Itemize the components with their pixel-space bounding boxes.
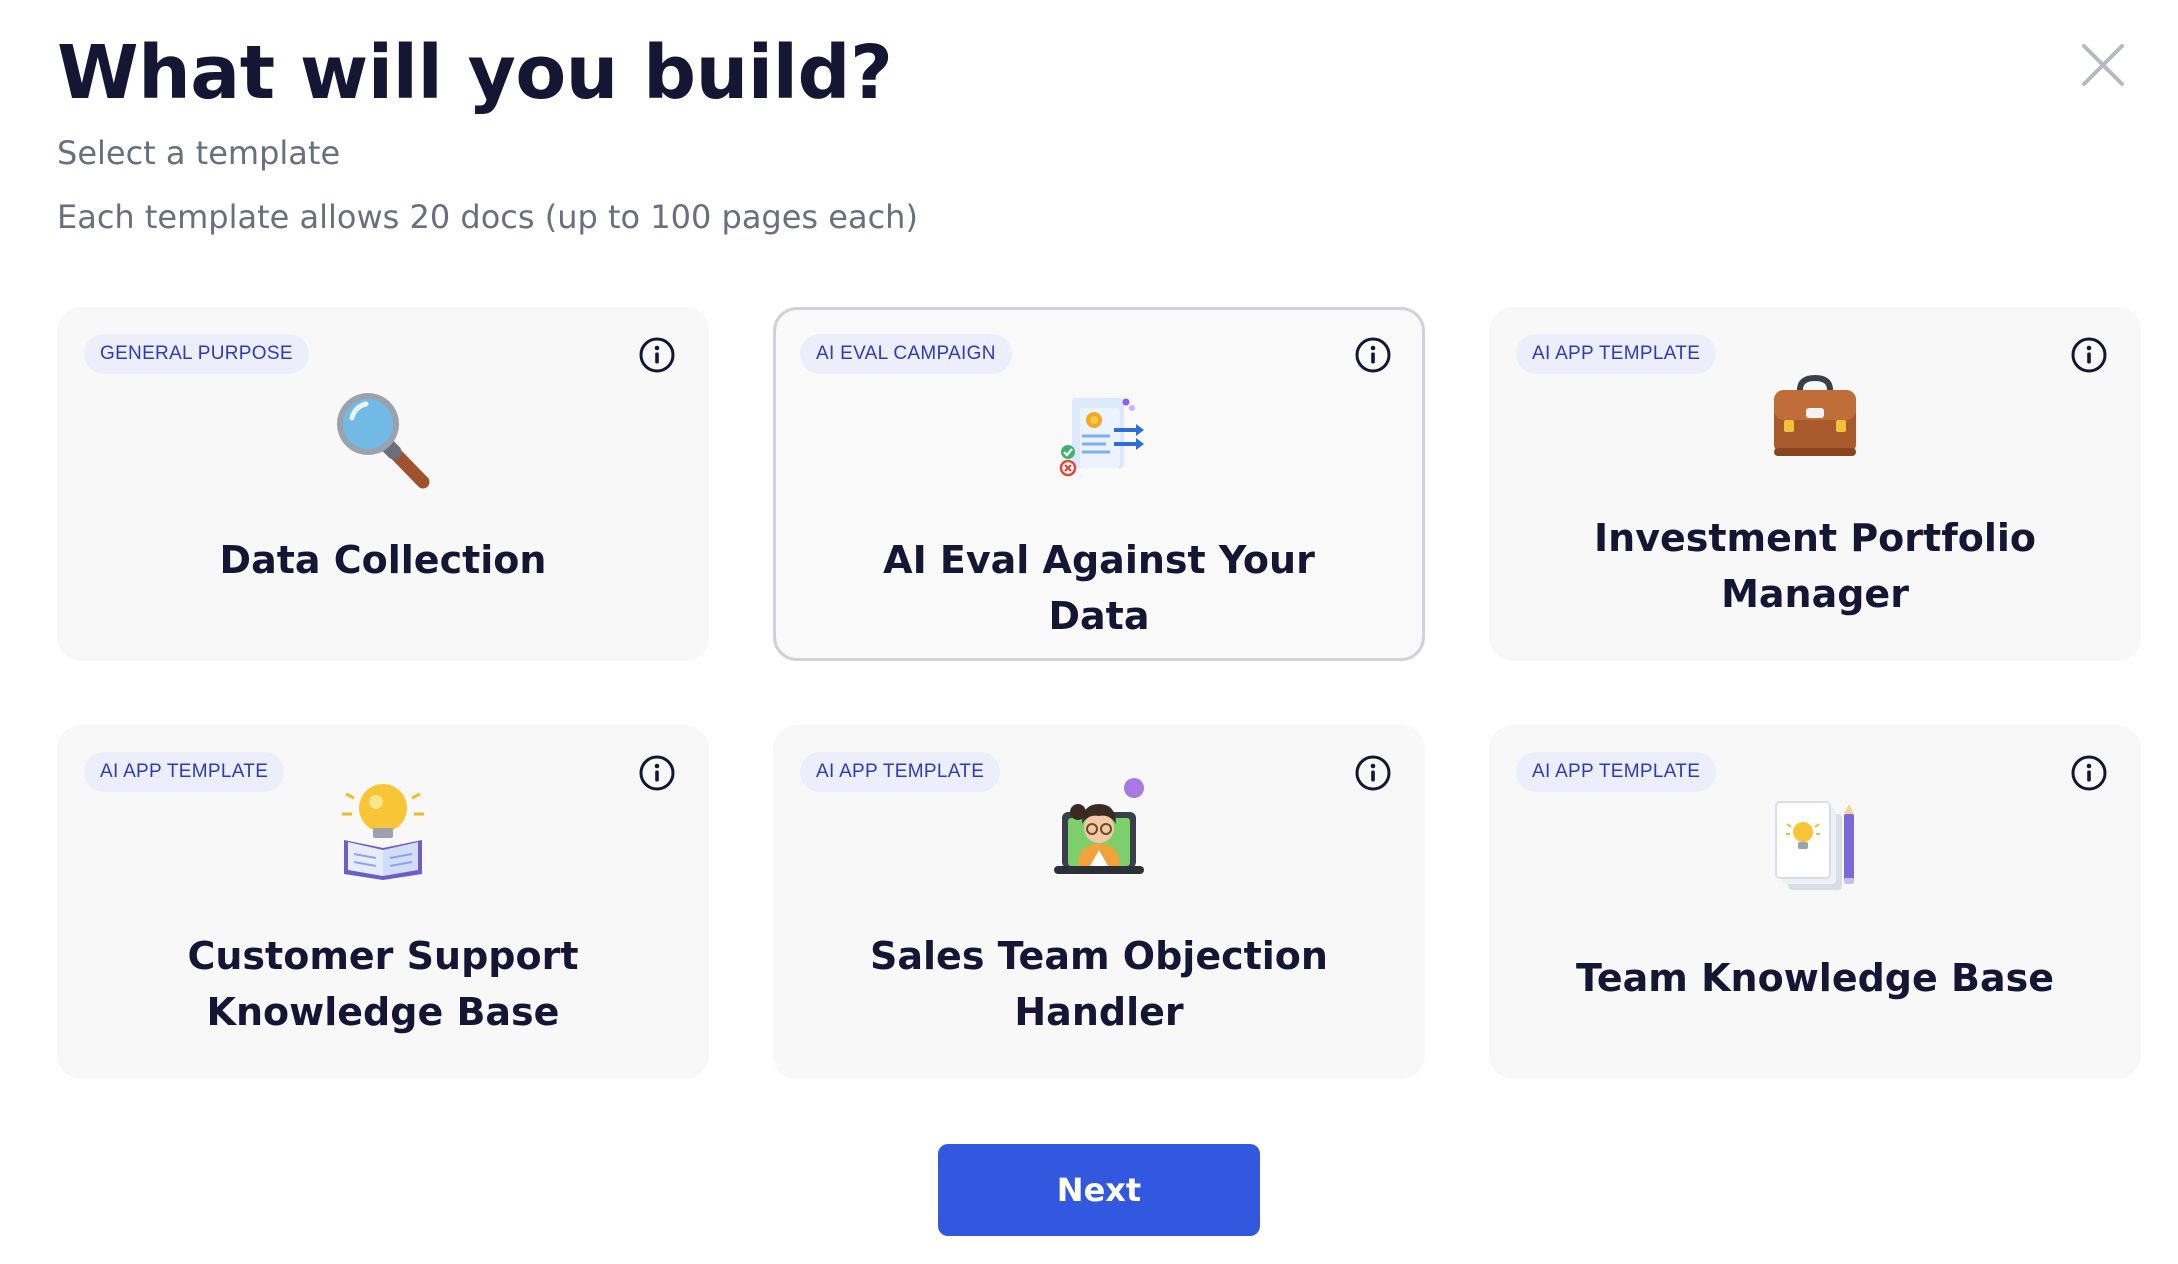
next-button[interactable]: Next: [938, 1144, 1260, 1236]
template-card-investment-portfolio[interactable]: AI APP TEMPLATE Investment Portfolio Man…: [1489, 307, 2141, 661]
template-badge: AI EVAL CAMPAIGN: [800, 334, 1012, 374]
magnifying-glass-icon: [337, 393, 430, 489]
template-badge: AI APP TEMPLATE: [84, 752, 285, 792]
template-name: AI Eval Against Your Data: [883, 538, 1315, 638]
info-icon[interactable]: [1354, 754, 1392, 792]
template-card-team-knowledge[interactable]: AI APP TEMPLATE Team Knowledge Base: [1489, 725, 2141, 1079]
page-subtitle: Select a template: [57, 134, 341, 172]
template-card-customer-support[interactable]: AI APP TEMPLATE Customer Support Knowled…: [57, 725, 709, 1079]
info-icon[interactable]: [2070, 754, 2108, 792]
template-badge: AI APP TEMPLATE: [1516, 334, 1717, 374]
template-name: Customer Support Knowledge Base: [187, 934, 579, 1034]
notes-pencil-icon: [1775, 801, 1854, 890]
lightbulb-book-icon: [342, 784, 424, 880]
template-card-sales-objection[interactable]: AI APP TEMPLATE Sales Team Objection Han: [773, 725, 1425, 1079]
info-icon[interactable]: [638, 754, 676, 792]
template-name: Data Collection: [219, 538, 547, 582]
template-grid: GENERAL PURPOSE Data Collection AI EVAL …: [57, 307, 2141, 1079]
person-laptop-icon: [1054, 778, 1144, 874]
page-title: What will you build?: [57, 30, 893, 116]
template-badge: AI APP TEMPLATE: [800, 752, 1001, 792]
template-name: Sales Team Objection Handler: [870, 934, 1328, 1034]
template-limits-note: Each template allows 20 docs (up to 100 …: [57, 198, 918, 236]
info-icon[interactable]: [2070, 336, 2108, 374]
template-name: Investment Portfolio Manager: [1594, 516, 2036, 616]
briefcase-icon: [1774, 374, 1856, 456]
template-name: Team Knowledge Base: [1575, 956, 2055, 1000]
template-picker-dialog: What will you build? Select a template E…: [0, 0, 2178, 1264]
info-icon[interactable]: [638, 336, 676, 374]
template-card-data-collection[interactable]: GENERAL PURPOSE Data Collection: [57, 307, 709, 661]
close-icon[interactable]: [2076, 38, 2130, 92]
info-icon[interactable]: [1354, 336, 1392, 374]
template-badge: GENERAL PURPOSE: [84, 334, 309, 374]
document-evaluation-icon: [1059, 398, 1144, 477]
template-badge: AI APP TEMPLATE: [1516, 752, 1717, 792]
template-card-ai-eval[interactable]: AI EVAL CAMPAIGN AI Eval Against Your Da…: [773, 307, 1425, 661]
